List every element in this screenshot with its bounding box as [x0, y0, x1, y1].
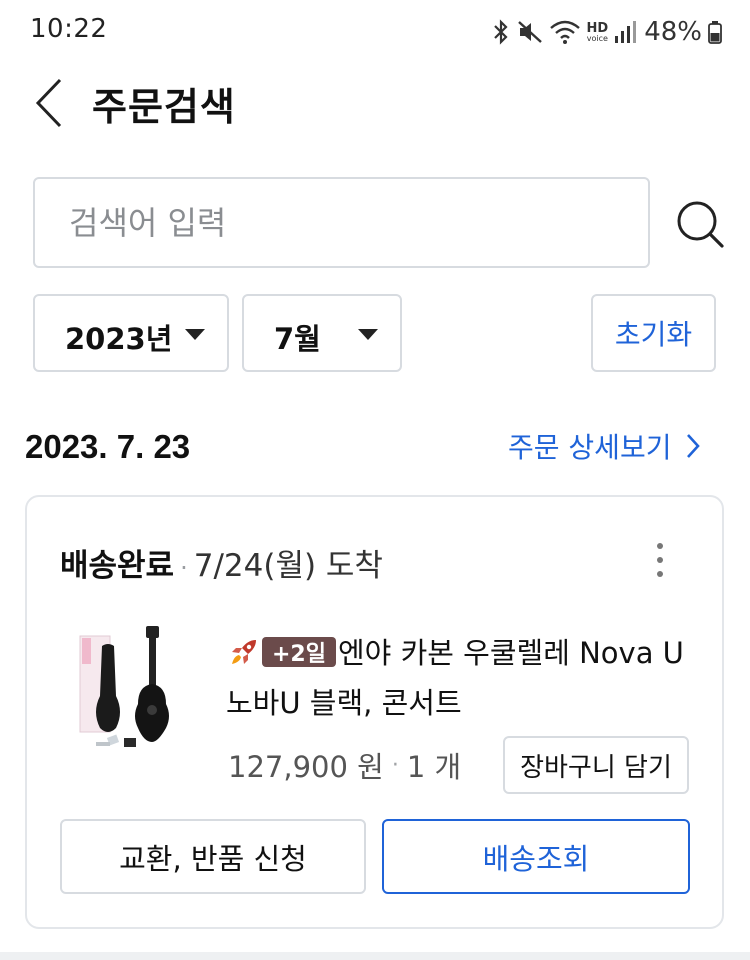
- track-delivery-button[interactable]: 배송조회: [382, 819, 690, 894]
- search-button[interactable]: [672, 196, 728, 252]
- signal-icon: [615, 21, 637, 43]
- product-image[interactable]: [72, 624, 190, 760]
- hd-voice-icon: HD voice: [587, 22, 609, 43]
- page-title: 주문검색: [92, 85, 236, 129]
- order-date: 2023. 7. 23: [25, 428, 191, 465]
- mute-icon: [517, 21, 542, 43]
- order-detail-link[interactable]: 주문 상세보기: [508, 426, 701, 466]
- add-to-cart-button[interactable]: 장바구니 담기: [503, 736, 689, 794]
- product-name[interactable]: 엔야 카본 우쿨렐레 Nova U 노바U 블랙, 콘서트: [226, 628, 686, 728]
- app-header: 주문검색: [0, 62, 750, 152]
- status-time: 10:22: [30, 14, 108, 44]
- month-select-value: 7월: [274, 322, 321, 356]
- back-button[interactable]: [28, 74, 72, 132]
- more-options-button[interactable]: [640, 540, 680, 580]
- arrival-date: 7/24(월) 도착: [193, 548, 383, 584]
- price-line: 127,900 원 · 1 개: [228, 744, 461, 786]
- bluetooth-icon: [493, 19, 508, 45]
- separator-dot: ·: [180, 554, 188, 582]
- search-icon: [677, 201, 724, 248]
- separator-dot: ·: [391, 752, 399, 778]
- exchange-return-button[interactable]: 교환, 반품 신청: [60, 819, 366, 894]
- status-bar: 10:22 HD voice 48%: [0, 0, 750, 62]
- search-field[interactable]: [33, 177, 650, 268]
- delivery-status-label: 배송완료: [60, 548, 175, 584]
- battery-percent: 48%: [644, 17, 702, 47]
- product-quantity: 1 개: [406, 750, 462, 784]
- caret-down-icon: [185, 329, 205, 340]
- year-select-value: 2023년: [65, 322, 173, 356]
- more-vertical-icon: [657, 543, 663, 577]
- voice-label: voice: [586, 33, 608, 43]
- chevron-left-icon: [35, 78, 62, 128]
- status-icons: HD voice 48%: [491, 14, 722, 50]
- reset-button[interactable]: 초기화: [591, 294, 716, 372]
- hd-label: HD: [586, 20, 609, 36]
- ukulele-product-image: [79, 626, 169, 747]
- year-select[interactable]: 2023년: [33, 294, 229, 372]
- product-price: 127,900 원: [228, 750, 384, 784]
- chevron-right-icon: [687, 434, 701, 458]
- order-detail-label: 주문 상세보기: [508, 431, 672, 464]
- battery-icon: [708, 21, 722, 44]
- month-select[interactable]: 7월: [242, 294, 402, 372]
- search-input[interactable]: [69, 179, 629, 266]
- section-divider: [0, 952, 750, 960]
- delivery-status: 배송완료 · 7/24(월) 도착: [60, 540, 383, 585]
- caret-down-icon: [358, 329, 378, 340]
- wifi-icon: [549, 20, 580, 44]
